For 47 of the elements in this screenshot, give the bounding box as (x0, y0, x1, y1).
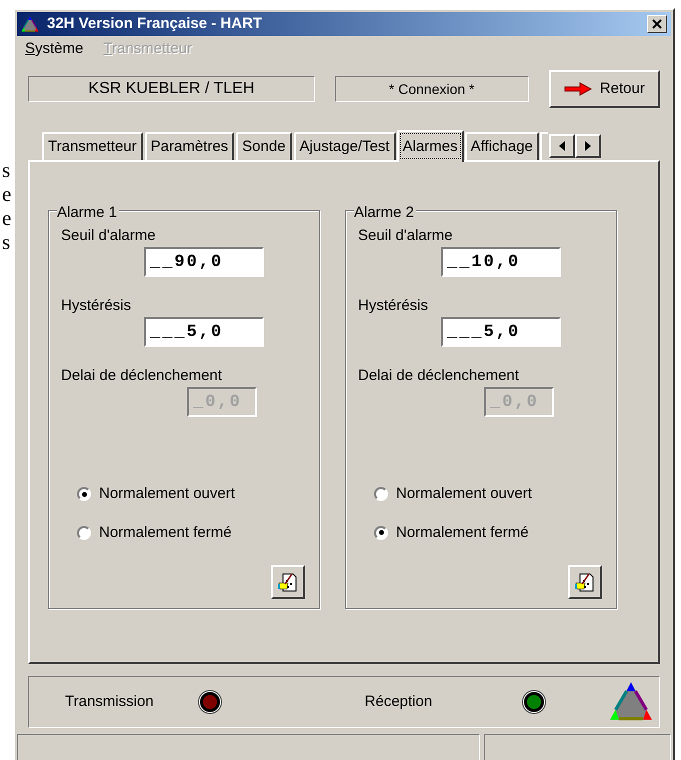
background-text: s (2, 158, 10, 182)
edit-button[interactable] (271, 565, 305, 599)
radio-label: Normalement ouvert (99, 484, 235, 504)
menu-item[interactable]: Système (25, 38, 84, 60)
field-label: Delai de déclenchement (358, 367, 519, 385)
device-name-display: KSR KUEBLER / TLEH (28, 76, 315, 102)
tab[interactable]: Transmetteur (42, 132, 143, 160)
indicator-label: Réception (364, 692, 432, 712)
tab[interactable]: Alarmes (396, 130, 464, 162)
value-field[interactable]: __90,0 (144, 247, 264, 277)
back-button[interactable]: Retour (548, 70, 660, 108)
radio-button[interactable] (77, 487, 91, 502)
field-label: Hystérésis (358, 297, 428, 315)
tab[interactable]: Paramètres (144, 132, 234, 160)
scroll-left-button[interactable] (548, 134, 575, 158)
document-pen-icon (277, 571, 299, 593)
radio-button[interactable] (374, 526, 388, 540)
indicator-label: Transmission (65, 692, 154, 712)
triangle-left-icon (558, 141, 565, 151)
field-label: Hystérésis (61, 297, 132, 315)
value-field[interactable]: ___5,0 (144, 317, 264, 347)
tab[interactable]: Sonde (236, 132, 292, 160)
radio-label: Normalement fermé (99, 522, 232, 542)
document-pen-icon (574, 571, 596, 593)
close-icon (652, 19, 662, 29)
field-label: Delai de déclenchement (61, 367, 222, 385)
background-text: e (2, 206, 12, 230)
value-field[interactable]: __10,0 (441, 247, 561, 277)
window-title: 32H Version Française - HART (47, 14, 262, 34)
radio-label: Normalement fermé (396, 522, 529, 542)
tab[interactable]: Affichage (464, 132, 539, 160)
field-label: Seuil d'alarme (358, 227, 453, 245)
edit-button[interactable] (568, 565, 602, 599)
radio-button[interactable] (77, 526, 91, 540)
value-field[interactable]: ___5,0 (441, 317, 561, 347)
arrow-right-icon (564, 82, 592, 96)
radio-button[interactable] (374, 487, 388, 502)
field-label: Seuil d'alarme (61, 227, 156, 245)
scroll-right-button[interactable] (574, 134, 601, 158)
radio-label: Normalement ouvert (396, 484, 532, 504)
background-text: s (2, 230, 10, 254)
background-text: e (2, 182, 12, 206)
tab[interactable]: Ajustage/Test (294, 132, 396, 160)
triangle-logo-icon (21, 16, 39, 32)
close-button[interactable] (647, 15, 667, 33)
triangle-right-icon (584, 141, 591, 151)
connection-status-display: * Connexion * (334, 76, 529, 102)
